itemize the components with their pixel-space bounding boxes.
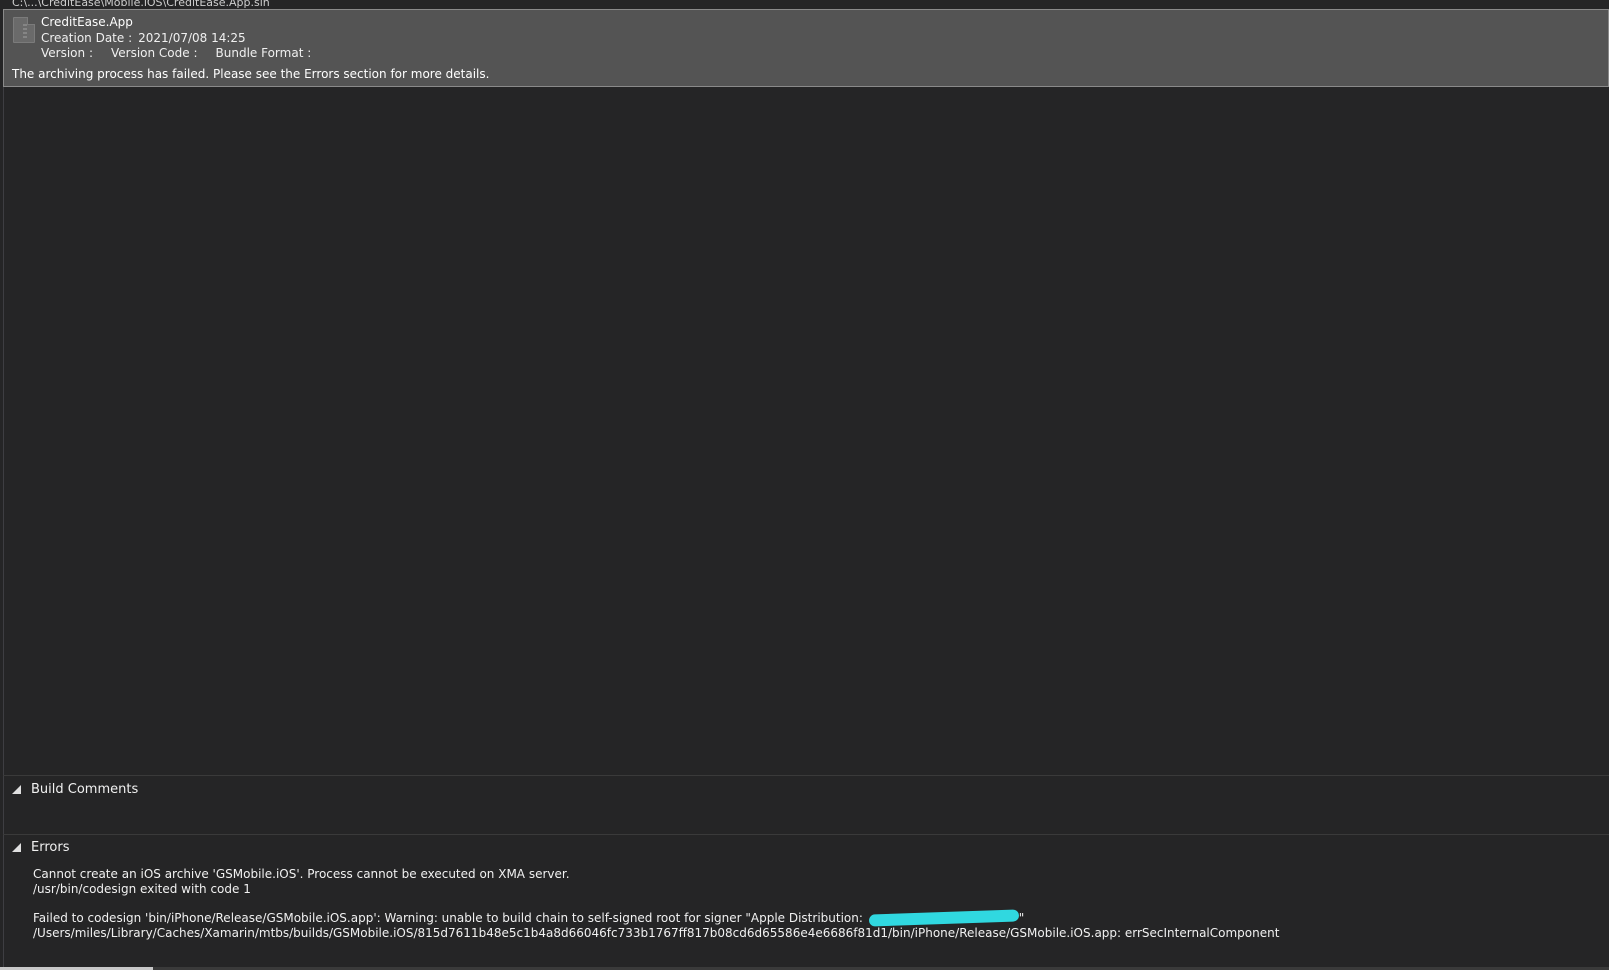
version-code-label: Version Code : <box>110 46 198 60</box>
creation-date-label: Creation Date : <box>41 31 133 45</box>
error-line: Failed to codesign 'bin/iPhone/Release/G… <box>33 909 1603 927</box>
error-line: /usr/bin/codesign exited with code 1 <box>33 882 251 896</box>
creation-date-line: Creation Date : 2021/07/08 14:25 <box>41 31 246 45</box>
errors-header[interactable]: Errors <box>12 840 69 855</box>
build-comments-label: Build Comments <box>31 782 139 797</box>
creation-date-value: 2021/07/08 14:25 <box>138 31 246 45</box>
version-line: Version : Version Code : Bundle Format : <box>41 46 311 60</box>
collapse-triangle-icon <box>12 785 21 794</box>
archive-file-icon <box>13 17 35 43</box>
panel-left-border <box>3 87 4 970</box>
error-line: Cannot create an iOS archive 'GSMobile.i… <box>33 867 570 881</box>
errors-divider <box>3 834 1609 835</box>
archive-list-item[interactable]: CreditEase.App Creation Date : 2021/07/08… <box>3 9 1609 87</box>
error-line-prefix: Failed to codesign 'bin/iPhone/Release/G… <box>33 911 867 925</box>
error-line: /Users/miles/Library/Caches/Xamarin/mtbs… <box>33 926 1280 940</box>
archive-status-message: The archiving process has failed. Please… <box>12 67 490 81</box>
error-line-suffix: " <box>1018 911 1025 925</box>
build-comments-header[interactable]: Build Comments <box>12 782 138 797</box>
build-comments-divider <box>3 775 1609 776</box>
errors-label: Errors <box>31 840 70 855</box>
collapse-triangle-icon <box>12 843 21 852</box>
version-label: Version : <box>41 46 93 60</box>
bundle-format-label: Bundle Format : <box>215 46 312 60</box>
errors-content: Cannot create an iOS archive 'GSMobile.i… <box>33 867 1603 941</box>
redaction-mark <box>868 909 1019 927</box>
archive-name: CreditEase.App <box>41 15 133 29</box>
